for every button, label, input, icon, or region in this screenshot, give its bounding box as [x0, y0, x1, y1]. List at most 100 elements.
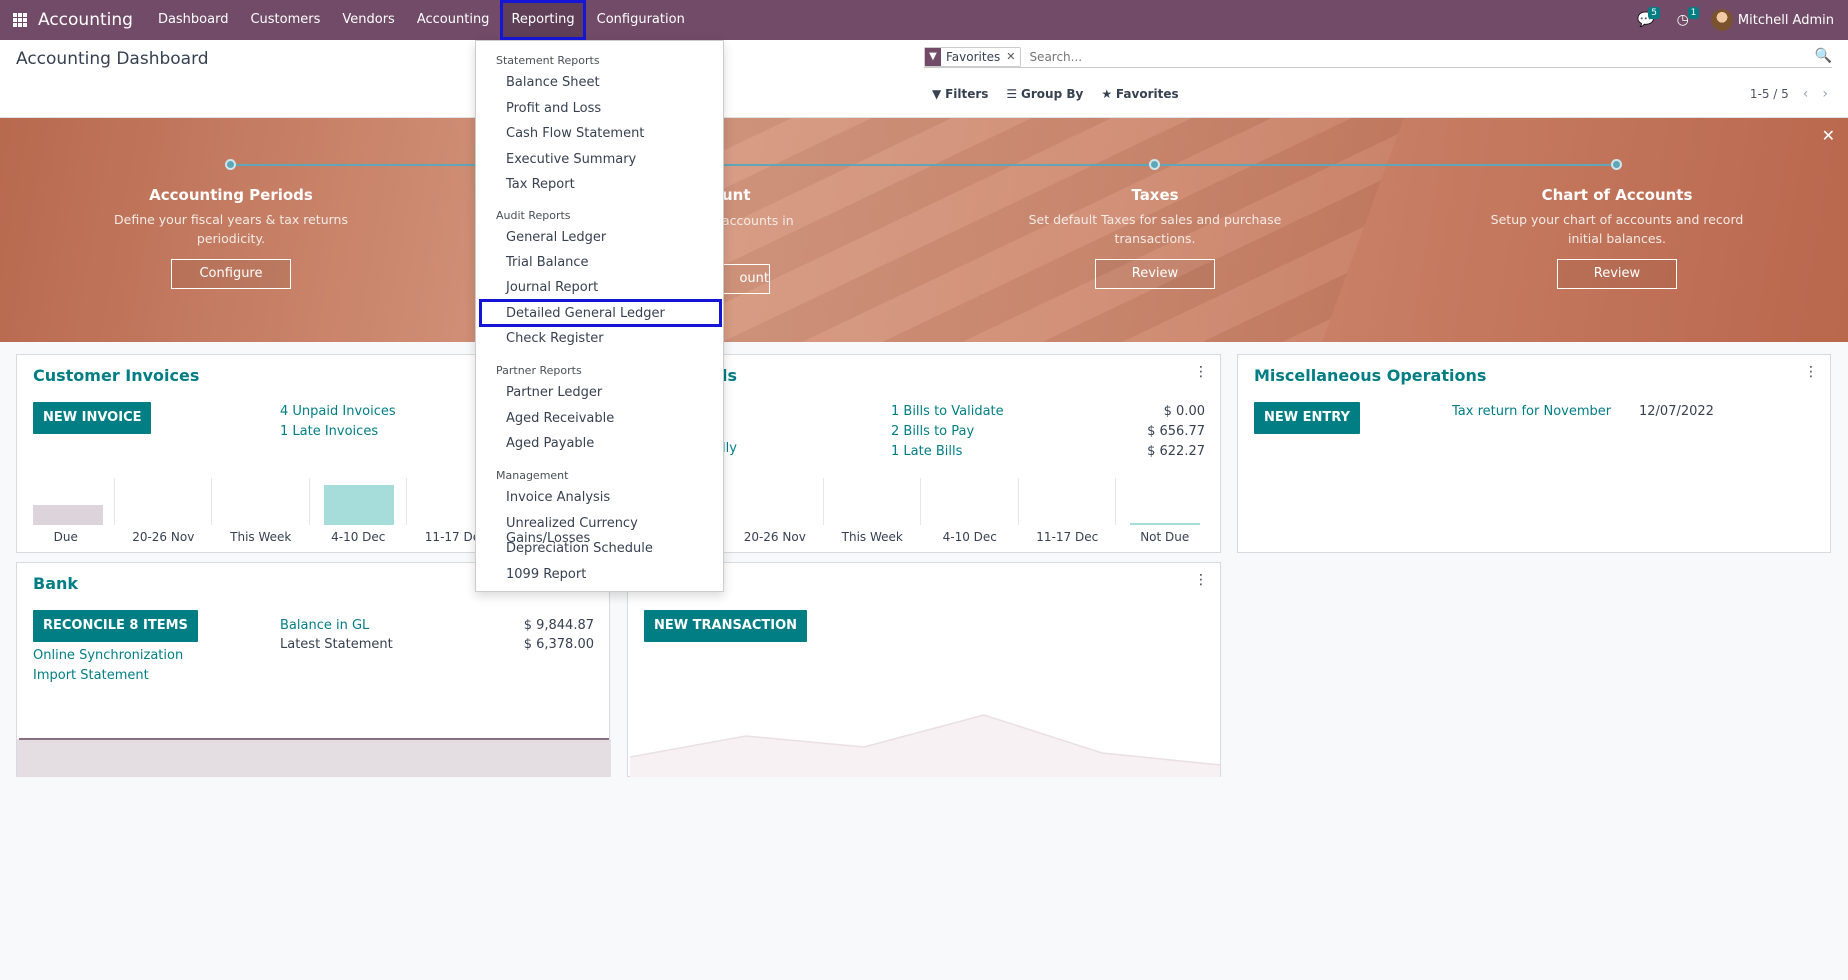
menu-item-journal-report[interactable]: Journal Report: [506, 280, 598, 295]
close-icon[interactable]: ✕: [1822, 126, 1835, 145]
new-entry-button[interactable]: NEW ENTRY: [1254, 402, 1360, 434]
graph-label: Not Due: [1140, 530, 1190, 544]
review-accounts-button[interactable]: Review: [1557, 259, 1677, 289]
import-statement-link[interactable]: Import Statement: [33, 668, 149, 683]
menu-customers[interactable]: Customers: [239, 0, 331, 40]
late-bills-link[interactable]: 1 Late Bills: [891, 444, 962, 459]
user-name[interactable]: Mitchell Admin: [1738, 13, 1834, 28]
search-icon[interactable]: 🔍: [1815, 48, 1832, 64]
review-taxes-button[interactable]: Review: [1095, 259, 1215, 289]
chevron-right-icon[interactable]: ›: [1822, 86, 1828, 102]
menu-accounting[interactable]: Accounting: [406, 0, 501, 40]
group-by-button[interactable]: ☰ Group By: [1006, 87, 1083, 101]
late-invoices-link[interactable]: 1 Late Invoices: [280, 424, 378, 439]
latest-statement-label: Latest Statement: [280, 637, 393, 652]
tax-return-link[interactable]: Tax return for November: [1452, 404, 1611, 419]
menu-item-partner-ledger[interactable]: Partner Ledger: [506, 385, 602, 400]
layers-icon: ☰: [1006, 87, 1018, 101]
step-desc-line: Define your fiscal years & tax returns: [114, 212, 348, 227]
step-title: Accounting Periods: [149, 186, 313, 204]
remove-facet-icon[interactable]: ✕: [1006, 50, 1020, 63]
unpaid-invoices-link[interactable]: 4 Unpaid Invoices: [280, 404, 396, 419]
card-title[interactable]: ls: [722, 366, 737, 385]
latest-statement-amount: $ 6,378.00: [523, 637, 594, 652]
new-invoice-button[interactable]: NEW INVOICE: [33, 402, 152, 434]
graph-label: 20-26 Nov: [743, 530, 806, 544]
new-transaction-button[interactable]: NEW TRANSACTION: [644, 610, 808, 642]
menu-dashboard[interactable]: Dashboard: [147, 0, 240, 40]
messages-icon[interactable]: 💬 5: [1637, 7, 1660, 28]
menu-item-general-ledger[interactable]: General Ledger: [506, 230, 606, 245]
filter-icon: ▼: [925, 47, 941, 66]
graph-column: [115, 478, 212, 525]
reconcile-button[interactable]: RECONCILE 8 ITEMS: [33, 610, 198, 642]
kebab-menu-icon[interactable]: ⋮: [1194, 364, 1208, 380]
menu-item-tax-report[interactable]: Tax Report: [506, 177, 575, 192]
invoices-graph[interactable]: [17, 478, 505, 525]
avatar[interactable]: [1710, 9, 1733, 31]
bills-to-validate-link[interactable]: 1 Bills to Validate: [891, 404, 1004, 419]
kebab-menu-icon[interactable]: ⋮: [1194, 572, 1208, 588]
online-sync-link[interactable]: Online Synchronization: [33, 648, 183, 663]
kebab-menu-icon[interactable]: ⋮: [1804, 364, 1818, 380]
app-name[interactable]: Accounting: [38, 10, 133, 30]
step-desc-line: Set default Taxes for sales and purchase: [1028, 212, 1282, 227]
configure-button[interactable]: Configure: [171, 259, 291, 289]
menu-item-detailed-general-ledger[interactable]: Detailed General Ledger: [506, 306, 665, 321]
graph-column: [1116, 478, 1214, 525]
bills-to-pay-link[interactable]: 2 Bills to Pay: [891, 424, 974, 439]
menu-item-balance-sheet[interactable]: Balance Sheet: [506, 75, 600, 90]
filters-button[interactable]: ▼ Filters: [932, 87, 988, 101]
menu-item-aged-payable[interactable]: Aged Payable: [506, 436, 594, 451]
menu-item-trial-balance[interactable]: Trial Balance: [506, 255, 589, 270]
filters-label: Filters: [945, 87, 989, 101]
cash-graph[interactable]: [628, 703, 1222, 777]
favorites-button[interactable]: ★ Favorites: [1101, 87, 1178, 101]
menu-item-cash-flow[interactable]: Cash Flow Statement: [506, 126, 644, 141]
pager-value[interactable]: 1-5 / 5: [1750, 87, 1789, 101]
step-desc: Set default Taxes for sales and purchase…: [1025, 210, 1285, 248]
graph-column: [17, 478, 115, 525]
step-dot: [1611, 159, 1622, 170]
step-title: Chart of Accounts: [1541, 186, 1693, 204]
apps-grid-icon[interactable]: [13, 13, 27, 27]
graph-column: [1019, 478, 1116, 525]
section-partner-reports: Partner Reports: [496, 364, 582, 377]
menu-item-profit-and-loss[interactable]: Profit and Loss: [506, 101, 601, 116]
menu-item-check-register[interactable]: Check Register: [506, 331, 604, 346]
page-title: Accounting Dashboard: [16, 49, 209, 69]
menu-item-1099-report[interactable]: 1099 Report: [506, 567, 586, 582]
graph-label: 20-26 Nov: [132, 530, 195, 544]
section-management: Management: [496, 469, 569, 482]
graph-column: [212, 478, 310, 525]
graph-column: [310, 478, 407, 525]
card-title[interactable]: Bank: [33, 574, 78, 593]
menu-item-invoice-analysis[interactable]: Invoice Analysis: [506, 490, 610, 505]
balance-gl-link[interactable]: Balance in GL: [280, 618, 369, 633]
chevron-left-icon[interactable]: ‹: [1803, 86, 1809, 102]
card-title[interactable]: Customer Invoices: [33, 366, 199, 385]
search-facet: ▼ Favorites ✕: [924, 46, 1022, 67]
search-input[interactable]: [1029, 49, 1790, 64]
bank-graph[interactable]: [17, 733, 611, 777]
menu-item-depreciation-schedule[interactable]: Depreciation Schedule: [506, 541, 653, 556]
step-taxes: Taxes Set default Taxes for sales and pu…: [1025, 186, 1285, 289]
search-bar: ▼ Favorites ✕ 🔍: [924, 46, 1832, 68]
bills-to-pay-amount: $ 656.77: [1147, 424, 1205, 439]
menu-item-aged-receivable[interactable]: Aged Receivable: [506, 411, 614, 426]
graph-bar: [1130, 523, 1200, 525]
pager: 1-5 / 5 ‹ ›: [1750, 86, 1828, 102]
upload-manually-link[interactable]: lly: [722, 441, 737, 456]
cash-card: ⋮ NEW TRANSACTION: [627, 562, 1221, 777]
bank-card: Bank RECONCILE 8 ITEMS Online Synchroniz…: [16, 562, 611, 777]
section-audit-reports: Audit Reports: [496, 209, 571, 222]
bills-graph[interactable]: [726, 478, 1214, 525]
facet-label: Favorites: [946, 49, 1001, 64]
menu-item-executive-summary[interactable]: Executive Summary: [506, 152, 636, 167]
menu-configuration[interactable]: Configuration: [586, 0, 696, 40]
card-title[interactable]: Miscellaneous Operations: [1254, 366, 1486, 385]
step-desc-line: transactions.: [1114, 231, 1196, 246]
menu-reporting[interactable]: Reporting: [500, 0, 586, 40]
activities-clock-icon[interactable]: ◷ 1: [1677, 7, 1700, 28]
menu-vendors[interactable]: Vendors: [331, 0, 405, 40]
